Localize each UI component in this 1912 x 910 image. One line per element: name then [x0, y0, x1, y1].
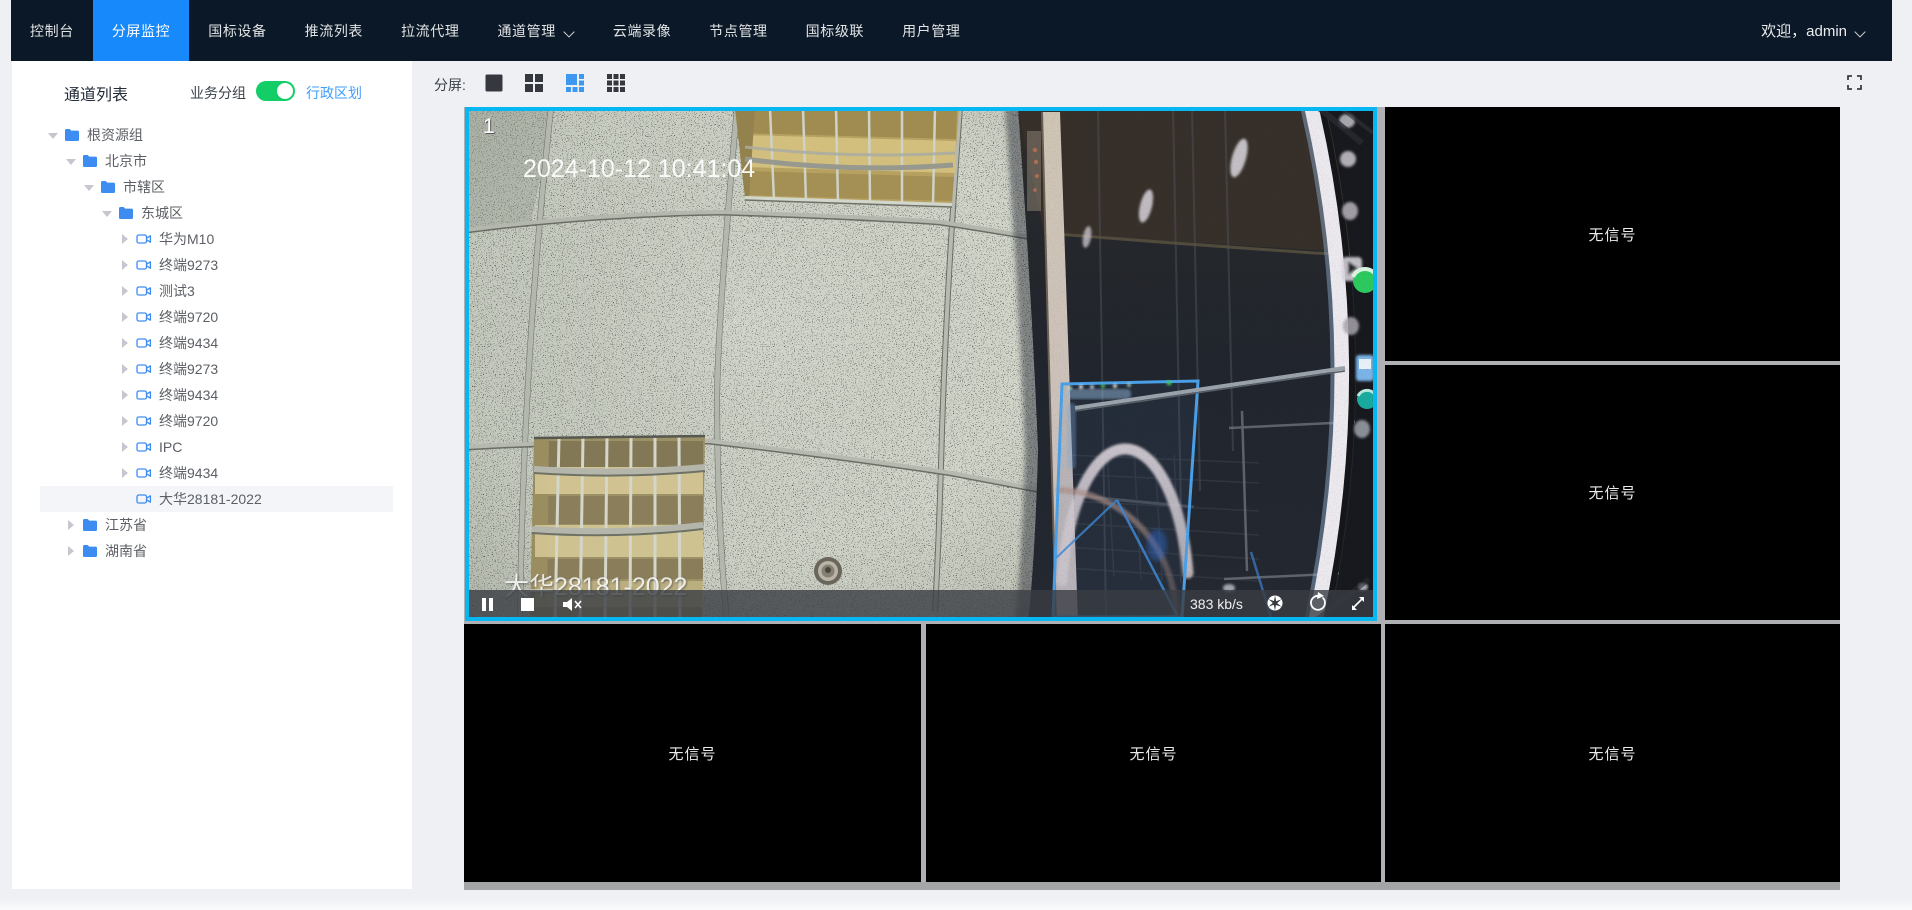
svg-text:1: 1: [483, 115, 495, 138]
svg-text:383 kb/s: 383 kb/s: [1190, 596, 1243, 612]
svg-text:2024-10-12 10:41:04: 2024-10-12 10:41:04: [523, 155, 755, 183]
